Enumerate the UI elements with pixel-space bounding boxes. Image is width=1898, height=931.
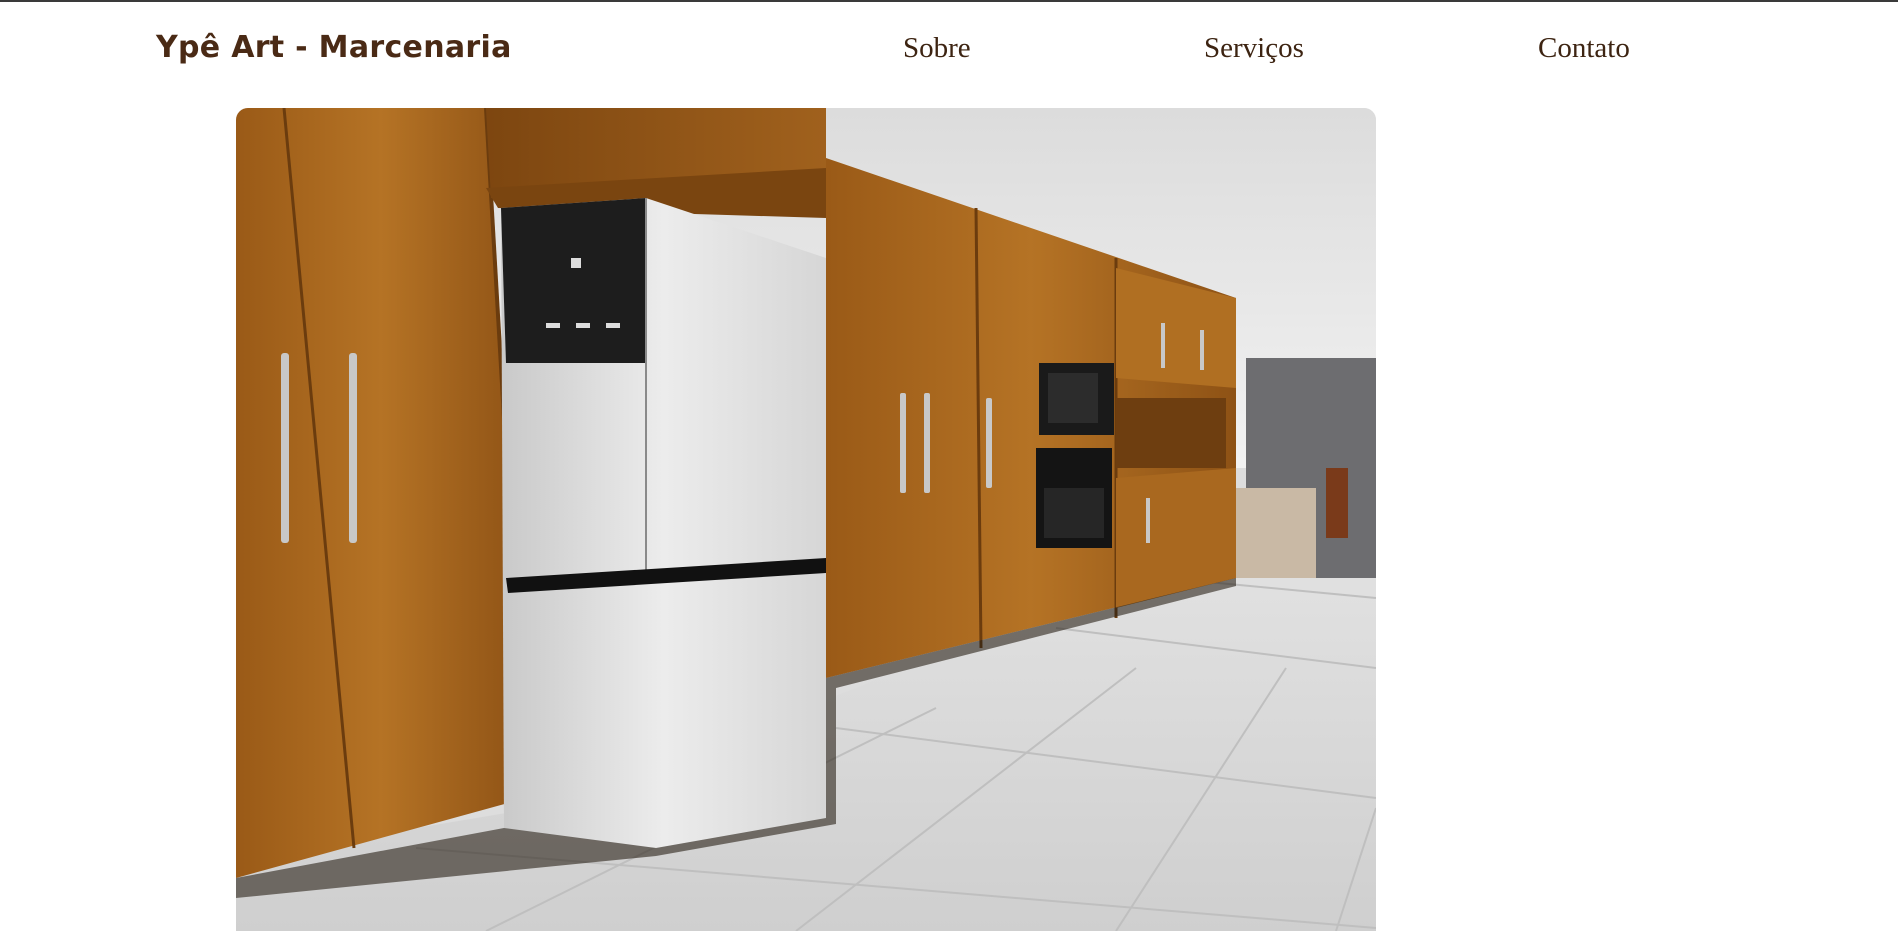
- nav-link-servicos[interactable]: Serviços: [1204, 32, 1304, 65]
- nav-link-contato[interactable]: Contato: [1538, 32, 1630, 65]
- nav-link-sobre[interactable]: Sobre: [903, 32, 971, 65]
- site-header: Ypê Art - Marcenaria Sobre Serviços Cont…: [0, 2, 1898, 102]
- kitchen-photo-illustration: [236, 108, 1376, 931]
- brand-logo-link[interactable]: Ypê Art - Marcenaria: [156, 30, 512, 65]
- kitchen-photo: [236, 108, 1376, 931]
